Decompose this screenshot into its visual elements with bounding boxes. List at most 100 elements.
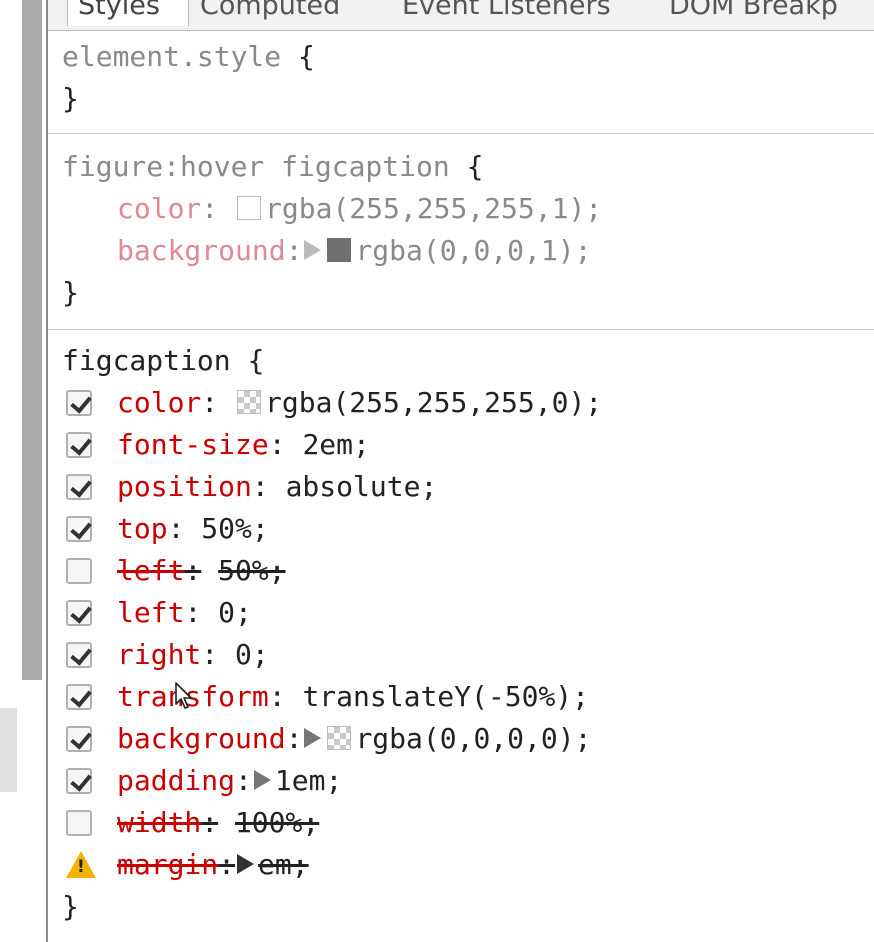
property-value[interactable]: translateY(-50%);: [302, 680, 589, 713]
expand-triangle-icon[interactable]: [304, 240, 322, 260]
rule-selector[interactable]: element.style {: [48, 36, 874, 78]
property-value[interactable]: 100%;: [218, 806, 319, 839]
property-value[interactable]: 50%;: [201, 554, 285, 587]
expand-triangle-icon[interactable]: [253, 770, 271, 790]
property-value[interactable]: 1em;: [275, 764, 342, 797]
property-name[interactable]: background: [117, 234, 286, 267]
property-right[interactable]: right: 0;: [48, 634, 874, 676]
scrollbar-thumb[interactable]: [22, 0, 42, 680]
property-colon: :: [268, 428, 286, 461]
property-colon: :: [218, 848, 236, 881]
color-swatch-icon[interactable]: [327, 237, 352, 262]
color-swatch-icon[interactable]: [237, 195, 262, 220]
property-name[interactable]: color: [117, 192, 201, 225]
property-margin-invalid[interactable]: margin: em;: [48, 844, 874, 886]
property-name[interactable]: font-size: [117, 428, 269, 461]
close-brace: }: [62, 82, 79, 115]
expand-triangle-icon[interactable]: [237, 854, 255, 874]
property-value[interactable]: rgba(255,255,255,1);: [265, 192, 602, 225]
selector-text[interactable]: figure:hover figcaption: [62, 150, 450, 183]
checkbox-icon[interactable]: [66, 810, 92, 836]
property-name[interactable]: color: [117, 386, 201, 419]
checkbox-icon[interactable]: [66, 684, 92, 710]
property-value[interactable]: rgba(0,0,0,1);: [355, 234, 591, 267]
warning-icon: [66, 851, 96, 878]
checkbox-icon[interactable]: [66, 768, 92, 794]
property-name[interactable]: position: [117, 470, 252, 503]
figcaption-rule: figcaption { color: rgba(255,255,255,0);…: [48, 330, 874, 928]
property-name[interactable]: margin: [117, 848, 218, 881]
close-brace: }: [62, 890, 79, 923]
property-name[interactable]: left: [117, 596, 184, 629]
tab-styles[interactable]: Styles: [67, 0, 189, 26]
checkbox-icon[interactable]: [66, 600, 92, 626]
left-gutter: [0, 0, 48, 942]
tab-event-listeners[interactable]: Event Listeners: [402, 0, 611, 26]
property-value[interactable]: 50%;: [201, 512, 268, 545]
property-name[interactable]: background: [117, 722, 286, 755]
property-value[interactable]: em;: [258, 848, 309, 881]
selector-text[interactable]: element.style: [62, 40, 281, 73]
property-left[interactable]: left: 0;: [48, 592, 874, 634]
property-value[interactable]: 0;: [218, 596, 252, 629]
property-color[interactable]: color: rgba(255,255,255,0);: [48, 382, 874, 424]
property-value[interactable]: 0;: [235, 638, 269, 671]
color-swatch-icon[interactable]: [327, 725, 352, 750]
property-colon: :: [201, 386, 219, 419]
property-name[interactable]: left: [117, 554, 184, 587]
rule-selector[interactable]: figure:hover figcaption {: [48, 146, 874, 188]
open-brace: {: [466, 150, 484, 183]
property-value[interactable]: absolute;: [286, 470, 438, 503]
tab-computed[interactable]: Computed: [200, 0, 340, 26]
checkbox-icon[interactable]: [66, 726, 92, 752]
property-position[interactable]: position: absolute;: [48, 466, 874, 508]
property-colon: :: [201, 192, 219, 225]
property-background[interactable]: background: rgba(0,0,0,0);: [48, 718, 874, 760]
property-font-size[interactable]: font-size: 2em;: [48, 424, 874, 466]
property-padding[interactable]: padding: 1em;: [48, 760, 874, 802]
color-swatch-icon[interactable]: [237, 389, 262, 414]
property-left-disabled[interactable]: left: 50%;: [48, 550, 874, 592]
styles-pane: element.style { } figure:hover figcaptio…: [48, 30, 874, 928]
hover-rule: figure:hover figcaption { color: rgba(25…: [48, 134, 874, 330]
expand-triangle-icon[interactable]: [304, 728, 322, 748]
sidebar-tabs: Styles Computed Event Listeners DOM Brea…: [48, 0, 874, 31]
selector-text[interactable]: figcaption: [62, 344, 231, 377]
property-colon: :: [184, 596, 202, 629]
property-color[interactable]: color: rgba(255,255,255,1);: [48, 188, 874, 230]
checkbox-icon[interactable]: [66, 432, 92, 458]
checkbox-icon[interactable]: [66, 516, 92, 542]
property-background[interactable]: background: rgba(0,0,0,1);: [48, 230, 874, 272]
gutter-panel: [0, 708, 17, 792]
mouse-cursor-icon: [175, 682, 192, 709]
property-value[interactable]: 2em;: [302, 428, 369, 461]
property-colon: :: [268, 680, 286, 713]
rule-selector[interactable]: figcaption {: [48, 340, 874, 382]
property-colon: :: [251, 470, 269, 503]
tab-dom-breakpoints[interactable]: DOM Breakp: [669, 0, 838, 26]
property-transform[interactable]: transform: translateY(-50%);: [48, 676, 874, 718]
property-colon: :: [201, 638, 219, 671]
property-name[interactable]: width: [117, 806, 201, 839]
property-colon: :: [285, 722, 303, 755]
open-brace: {: [298, 40, 315, 73]
property-colon: :: [235, 764, 252, 797]
element-style-rule: element.style { }: [48, 30, 874, 134]
property-colon: :: [184, 554, 202, 587]
property-width-disabled[interactable]: width: 100%;: [48, 802, 874, 844]
open-brace: {: [247, 344, 265, 377]
property-name[interactable]: top: [117, 512, 168, 545]
property-colon: :: [167, 512, 185, 545]
property-name[interactable]: right: [117, 638, 201, 671]
property-value[interactable]: rgba(255,255,255,0);: [265, 386, 602, 419]
property-name[interactable]: padding: [117, 764, 235, 797]
checkbox-icon[interactable]: [66, 558, 92, 584]
property-value[interactable]: rgba(0,0,0,0);: [355, 722, 591, 755]
checkbox-icon[interactable]: [66, 642, 92, 668]
property-top[interactable]: top: 50%;: [48, 508, 874, 550]
property-colon: :: [201, 806, 219, 839]
checkbox-icon[interactable]: [66, 390, 92, 416]
checkbox-icon[interactable]: [66, 474, 92, 500]
close-brace: }: [62, 276, 79, 309]
property-colon: :: [285, 234, 303, 267]
